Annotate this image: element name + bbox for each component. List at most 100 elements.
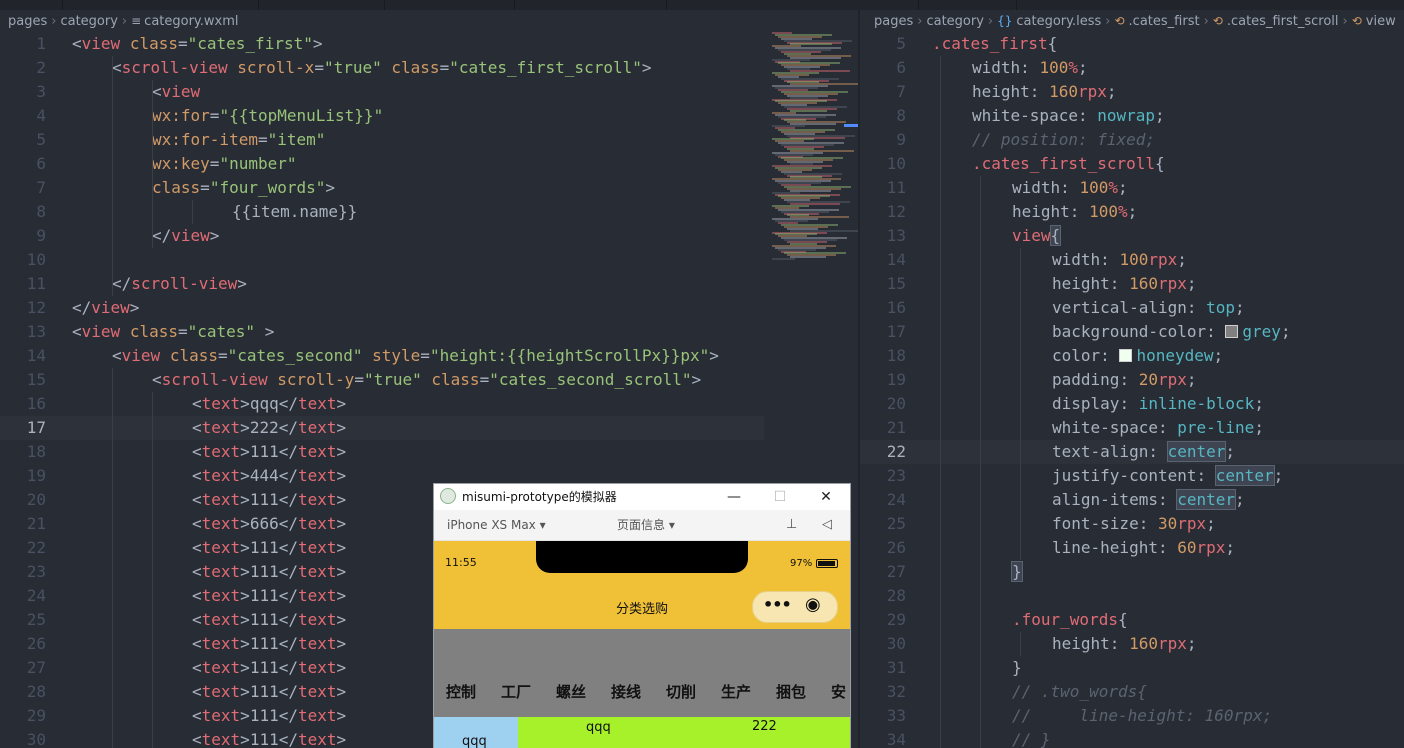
left-category-item[interactable]: qqq (462, 734, 487, 748)
code-line[interactable]: 18 <text>111</text> (0, 440, 858, 464)
top-menu-item[interactable]: 工厂 (501, 681, 531, 702)
right-editor-pane[interactable]: pages › category ›{} category.less › ⟲ .cates_f… (860, 0, 1404, 748)
code-line[interactable]: 15 <scroll-view scroll-y="true" class="ca… (0, 368, 858, 392)
close-target-icon[interactable]: ◉ (805, 594, 821, 615)
code-line[interactable]: 8 {{item.name}} (0, 200, 858, 224)
simulator-title-bar[interactable]: misumi-prototype的模拟器 — ☐ ✕ (434, 484, 850, 510)
code-line[interactable]: 1 <view class="cates_first"> (0, 32, 858, 56)
code-line[interactable]: 21 white-space: pre-line; (860, 416, 1404, 440)
top-menu-item[interactable]: 接线 (611, 681, 641, 702)
breadcrumb-pages[interactable]: pages (860, 14, 913, 29)
code-line[interactable]: 20 display: inline-block; (860, 392, 1404, 416)
cates-first-scroll[interactable]: 控制 工厂 螺丝 接线 切削 生产 捆包 安 (434, 629, 850, 717)
breadcrumb-view[interactable]: view (1366, 14, 1396, 29)
code-line[interactable]: 32 // .two_words{ (860, 680, 1404, 704)
code-token: text (201, 514, 241, 533)
right-tab-strip[interactable] (860, 0, 1404, 10)
code-line[interactable]: 5 .cates_first{ (860, 32, 1404, 56)
breadcrumb-pages[interactable]: pages (0, 14, 47, 29)
code-line[interactable]: 34 // } (860, 728, 1404, 748)
code-token: 111 (249, 730, 279, 748)
mute-icon[interactable]: ◁ (822, 510, 832, 540)
code-line[interactable]: 9 </view> (0, 224, 858, 248)
close-button[interactable]: ✕ (804, 484, 848, 510)
code-line[interactable]: 11 width: 100%; (860, 176, 1404, 200)
code-token: > (240, 394, 250, 413)
code-line[interactable]: 13 <view class="cates" > (0, 320, 858, 344)
code-line[interactable]: 10 (0, 248, 858, 272)
code-token: white-space (972, 106, 1078, 125)
code-line[interactable]: 22 text-align: center; (860, 440, 1404, 464)
minimap-line (790, 256, 826, 259)
code-line[interactable]: 8 white-space: nowrap; (860, 104, 1404, 128)
code-line[interactable]: 25 font-size: 30rpx; (860, 512, 1404, 536)
code-token: 666 (249, 514, 279, 533)
mini-program-capsule[interactable]: ••• ◉ (752, 591, 838, 623)
more-dots-icon[interactable]: ••• (763, 595, 792, 614)
code-line[interactable]: 11 </scroll-view> (0, 272, 858, 296)
code-token: .four_words (1012, 610, 1118, 629)
less-code[interactable]: 5 .cates_first{6 width: 100%; 7 height: 160r… (860, 32, 1404, 748)
device-select[interactable]: iPhone XS Max ▾ (447, 510, 546, 540)
top-menu-item[interactable]: 捆包 (776, 681, 806, 702)
top-menu-item[interactable]: 生产 (721, 681, 751, 702)
code-line[interactable]: 10 .cates_first_scroll{ (860, 152, 1404, 176)
code-line[interactable]: 27} (860, 560, 1404, 584)
indent-guide (1020, 464, 1021, 488)
minimap-scroll-thumb[interactable] (844, 124, 858, 127)
top-menu-item[interactable]: 螺丝 (556, 681, 586, 702)
code-line[interactable]: 3 <view (0, 80, 858, 104)
phone-screen[interactable]: 11:55 97% 分类选购 ••• ◉ 控制 工厂 螺丝 接线 切削 生产 捆… (434, 541, 850, 748)
code-line[interactable]: 9 // position: fixed; (860, 128, 1404, 152)
code-line[interactable]: 31} (860, 656, 1404, 680)
code-line[interactable]: 5 wx:for-item="item" (0, 128, 858, 152)
breadcrumb-category[interactable]: category (60, 14, 117, 29)
breadcrumb-less-file[interactable]: category.less (1016, 14, 1101, 29)
code-line[interactable]: 16 vertical-align: top; (860, 296, 1404, 320)
code-line[interactable]: 7 class="four_words"> (0, 176, 858, 200)
code-line[interactable]: 17 background-color: grey; (860, 320, 1404, 344)
code-line[interactable]: 14 width: 100rpx; (860, 248, 1404, 272)
top-menu-item[interactable]: 安 (831, 681, 846, 702)
indent-guide (940, 392, 941, 416)
code-line[interactable]: 29 .four_words{ (860, 608, 1404, 632)
code-line[interactable]: 15 height: 160rpx; (860, 272, 1404, 296)
code-token: { (1047, 34, 1058, 53)
code-line[interactable]: 33 // line-height: 160rpx; (860, 704, 1404, 728)
indent-guide (980, 488, 981, 512)
code-line[interactable]: 30 height: 160rpx; (860, 632, 1404, 656)
line-number: 8 (896, 106, 906, 125)
top-menu-item[interactable]: 控制 (446, 681, 476, 702)
code-line[interactable]: 18 color: honeydew; (860, 344, 1404, 368)
pin-icon[interactable]: ⊥ (786, 510, 797, 540)
code-line[interactable]: 7 height: 160rpx; (860, 80, 1404, 104)
simulator-window[interactable]: misumi-prototype的模拟器 — ☐ ✕ iPhone XS Max… (434, 484, 850, 748)
maximize-button[interactable]: ☐ (758, 484, 802, 510)
code-token: height (972, 82, 1030, 101)
code-line[interactable]: 12 height: 100%; (860, 200, 1404, 224)
code-line[interactable]: 14 <view class="cates_second" style="heig… (0, 344, 858, 368)
code-line[interactable]: 23 justify-content: center; (860, 464, 1404, 488)
code-line[interactable]: 19 padding: 20rpx; (860, 368, 1404, 392)
code-line[interactable]: 28 (860, 584, 1404, 608)
breadcrumb-cates-first[interactable]: .cates_first (1129, 14, 1200, 29)
code-line[interactable]: 6 wx:key="number" (0, 152, 858, 176)
breadcrumb-file[interactable]: category.wxml (144, 14, 238, 29)
code-line[interactable]: 6 width: 100%; (860, 56, 1404, 80)
minimize-button[interactable]: — (712, 484, 756, 510)
code-line[interactable]: 26 line-height: 60rpx; (860, 536, 1404, 560)
code-line[interactable]: 4 wx:for="{{topMenuList}}" (0, 104, 858, 128)
code-line[interactable]: 16 <text>qqq</text> (0, 392, 858, 416)
code-line[interactable]: 2 <scroll-view scroll-x="true" class="cat… (0, 56, 858, 80)
page-info-select[interactable]: 页面信息 ▾ (617, 510, 675, 540)
code-line[interactable]: 24 align-items: center; (860, 488, 1404, 512)
code-line[interactable]: 12 </view> (0, 296, 858, 320)
left-tab-strip[interactable] (0, 0, 858, 10)
breadcrumb-cates-first-scroll[interactable]: .cates_first_scroll (1227, 14, 1339, 29)
breadcrumb-category[interactable]: category (926, 14, 983, 29)
code-token: </ (278, 442, 298, 461)
code-line[interactable]: 17 <text>222</text> (0, 416, 858, 440)
left-category-column[interactable]: qqq (434, 717, 518, 748)
top-menu-item[interactable]: 切削 (666, 681, 696, 702)
code-line[interactable]: 13 view{ (860, 224, 1404, 248)
